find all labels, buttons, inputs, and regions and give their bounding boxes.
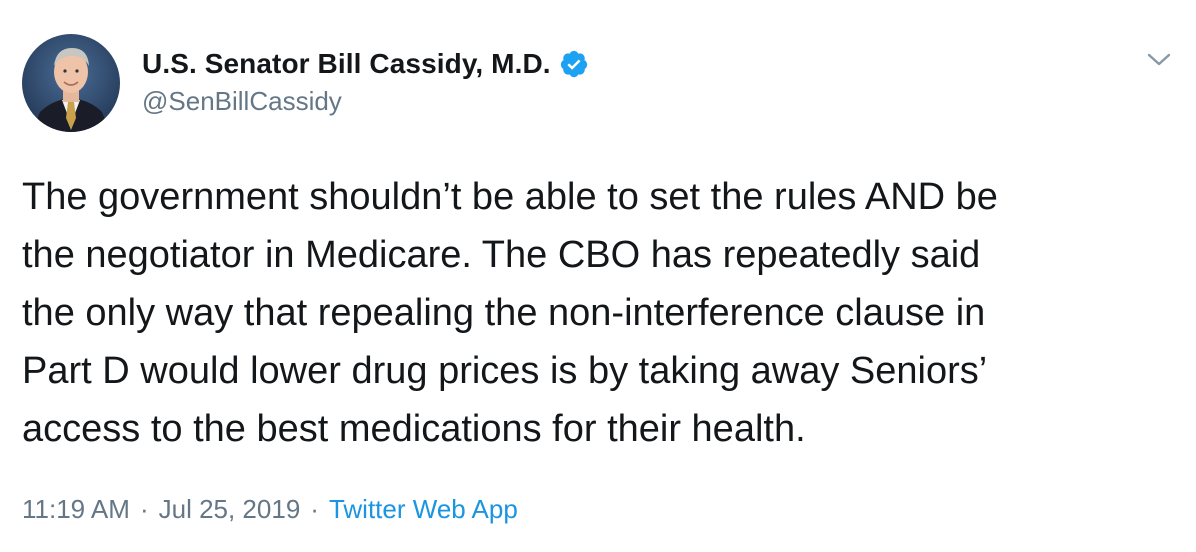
tweet-text: The government shouldn’t be able to set … [22, 168, 1182, 458]
chevron-down-icon[interactable] [1146, 50, 1172, 70]
tweet-text-line: The government shouldn’t be able to set … [22, 176, 998, 218]
tweet-text-line: Part D would lower drug prices is by tak… [22, 350, 988, 392]
meta-separator: · [310, 494, 319, 524]
verified-badge-icon [559, 49, 589, 79]
tweet-metadata: 11:19 AM · Jul 25, 2019 · Twitter Web Ap… [22, 494, 518, 525]
tweet-text-line: the only way that repealing the non-inte… [22, 292, 986, 334]
author-name-row[interactable]: U.S. Senator Bill Cassidy, M.D. [142, 46, 589, 82]
tweet-text-line: the negotiator in Medicare. The CBO has … [22, 234, 981, 276]
author-handle[interactable]: @SenBillCassidy [142, 86, 342, 117]
profile-photo-icon [22, 34, 120, 132]
tweet-text-line: access to the best medications for their… [22, 408, 806, 450]
tweet-card[interactable]: U.S. Senator Bill Cassidy, M.D. @SenBill… [0, 0, 1196, 552]
tweet-date[interactable]: Jul 25, 2019 [159, 494, 301, 525]
tweet-source-link[interactable]: Twitter Web App [329, 494, 518, 525]
meta-separator: · [139, 494, 149, 524]
tweet-time[interactable]: 11:19 AM [22, 494, 130, 525]
author-display-name[interactable]: U.S. Senator Bill Cassidy, M.D. [142, 48, 551, 80]
avatar[interactable] [22, 34, 120, 132]
